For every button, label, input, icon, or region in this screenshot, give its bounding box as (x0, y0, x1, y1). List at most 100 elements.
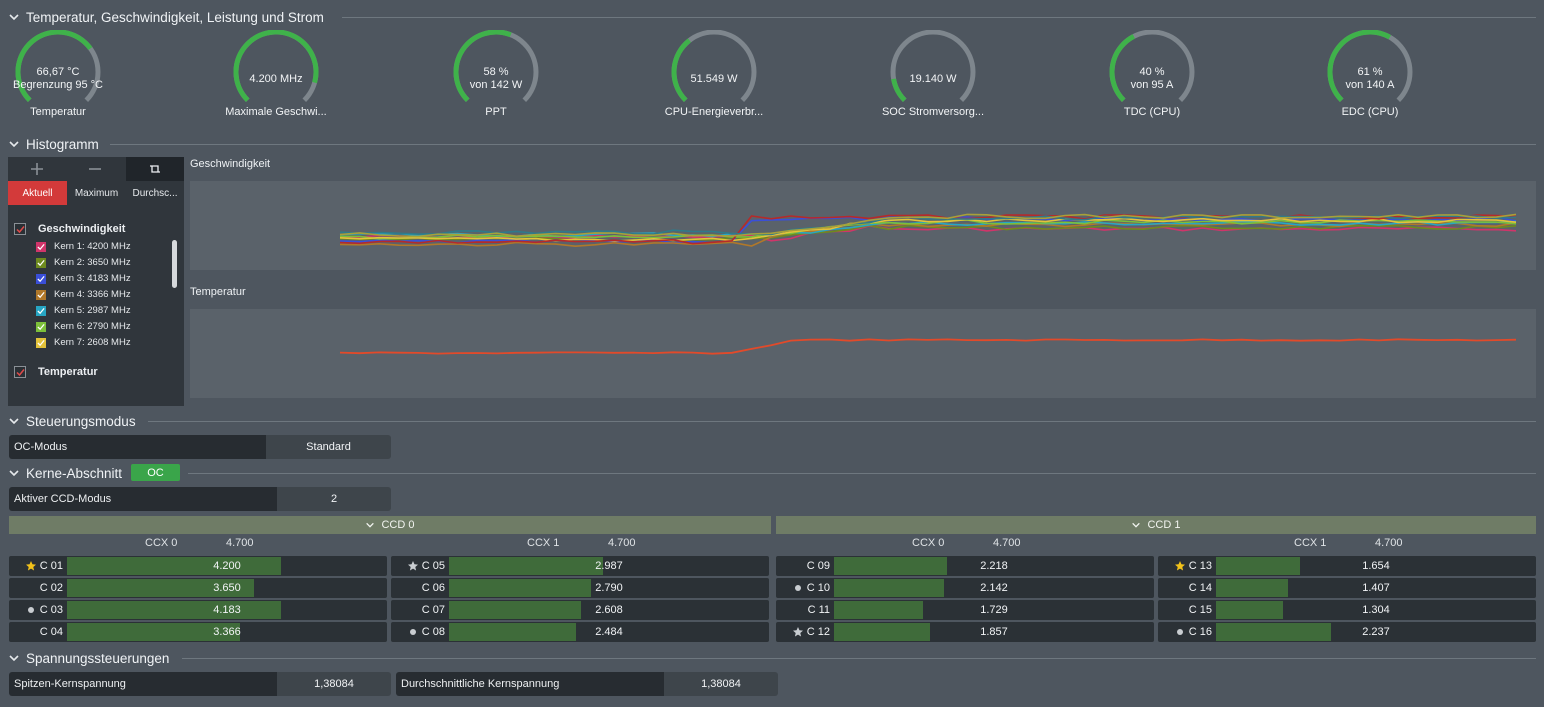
legend-item-kern[interactable]: Kern 2: 3650 MHz (36, 257, 131, 268)
tab-durchschnitt[interactable]: Durchsc... (126, 181, 184, 205)
speed-series-line (339, 222, 1517, 248)
ccx-name: CCX 0 (912, 537, 945, 549)
core-row[interactable]: C 13 1.654 (1158, 556, 1536, 576)
core-name: C 01 (39, 560, 63, 572)
ccx-max: 4.700 (1375, 537, 1403, 549)
gauge-value: 61 % (1357, 66, 1383, 78)
gauge-subvalue: von 140 A (1345, 79, 1395, 91)
legend-item-kern[interactable]: Kern 1: 4200 MHz (36, 241, 131, 252)
avg-voltage-field: Durchschnittliche Kernspannung 1,38084 (396, 672, 778, 696)
legend-scrollbar[interactable] (172, 240, 177, 288)
series-checkbox[interactable] (36, 305, 46, 316)
core-row[interactable]: C 06 2.790 (391, 578, 769, 598)
core-speed-value: 2.218 (980, 560, 1008, 572)
zoom-out-button[interactable] (66, 157, 124, 181)
core-name-cell: C 05 (391, 560, 449, 572)
core-row[interactable]: C 11 1.729 (776, 600, 1154, 620)
gauge-label: TDC (CPU) (1123, 106, 1181, 118)
ccd-mode-field[interactable]: Aktiver CCD-Modus 2 (9, 487, 391, 511)
series-checkbox[interactable] (36, 241, 46, 252)
ccx-name: CCX 1 (527, 537, 560, 549)
section-header-temps[interactable]: Temperatur, Geschwindigkeit, Leistung un… (8, 7, 324, 27)
temp-chart (339, 338, 1517, 355)
check-icon (37, 291, 45, 298)
core-row[interactable]: C 14 1.407 (1158, 578, 1536, 598)
series-checkbox[interactable] (36, 273, 46, 284)
ccd0-header[interactable]: CCD 0 (9, 516, 771, 534)
peak-voltage-value: 1,38084 (277, 672, 391, 696)
check-icon (37, 259, 45, 266)
legend-item-kern[interactable]: Kern 5: 2987 MHz (36, 305, 131, 316)
gauge-subvalue: von 142 W (469, 79, 523, 91)
dot-icon (27, 607, 34, 613)
core-row[interactable]: C 12 1.857 (776, 622, 1154, 642)
core-speed-value: 2.790 (595, 582, 623, 594)
legend-item-kern[interactable]: Kern 7: 2608 MHz (36, 337, 131, 348)
core-row[interactable]: C 09 2.218 (776, 556, 1154, 576)
legend-item-label: Kern 5: 2987 MHz (54, 305, 131, 316)
ccx-max: 4.700 (993, 537, 1021, 549)
core-row[interactable]: C 02 3.650 (9, 578, 387, 598)
core-row[interactable]: C 03 4.183 (9, 600, 387, 620)
tab-aktuell[interactable]: Aktuell (8, 181, 67, 205)
core-row[interactable]: C 01 4.200 (9, 556, 387, 576)
legend-item-kern[interactable]: Kern 4: 3366 MHz (36, 289, 131, 300)
section-header-cores[interactable]: Kerne-Abschnitt (8, 463, 122, 483)
series-checkbox[interactable] (36, 257, 46, 268)
core-name: C 09 (806, 560, 830, 572)
core-speed-value: 1.407 (1362, 582, 1390, 594)
core-row[interactable]: C 08 2.484 (391, 622, 769, 642)
series-checkbox[interactable] (36, 289, 46, 300)
legend-item-kern[interactable]: Kern 3: 4183 MHz (36, 273, 131, 284)
core-name-cell: C 03 (9, 604, 67, 616)
ccd-mode-value[interactable]: 2 (277, 487, 391, 511)
chevron-down-icon (366, 522, 375, 528)
tab-maximum[interactable]: Maximum (67, 181, 126, 205)
oc-mode-field[interactable]: OC-Modus Standard (9, 435, 391, 459)
section-divider (342, 17, 1536, 18)
core-name: C 12 (806, 626, 830, 638)
legend-group-speed[interactable]: Geschwindigkeit (14, 223, 125, 235)
gauge-label: Temperatur (30, 106, 86, 118)
legend-item-label: Kern 1: 4200 MHz (54, 241, 131, 252)
gauge-label: EDC (CPU) (1341, 106, 1399, 118)
core-row[interactable]: C 07 2.608 (391, 600, 769, 620)
ccx-name: CCX 1 (1294, 537, 1327, 549)
section-title: Steuerungsmodus (26, 413, 136, 429)
zoom-in-button[interactable] (8, 157, 66, 181)
core-row[interactable]: C 05 2.987 (391, 556, 769, 576)
gauge: 58 % von 142 W PPT (386, 30, 606, 118)
section-header-voltage[interactable]: Spannungssteuerungen (8, 648, 169, 668)
core-speed-value: 2.237 (1362, 626, 1390, 638)
ccd1-header[interactable]: CCD 1 (776, 516, 1536, 534)
core-name-cell: C 02 (9, 582, 67, 594)
section-header-histogram[interactable]: Histogramm (8, 134, 99, 154)
section-header-control-mode[interactable]: Steuerungsmodus (8, 411, 136, 431)
legend-item-kern[interactable]: Kern 6: 2790 MHz (36, 321, 131, 332)
core-speed-value: 2.608 (595, 604, 623, 616)
reset-zoom-button[interactable] (126, 157, 184, 181)
core-name: C 13 (1188, 560, 1212, 572)
series-checkbox[interactable] (36, 337, 46, 348)
core-row[interactable]: C 10 2.142 (776, 578, 1154, 598)
series-checkbox[interactable] (36, 321, 46, 332)
chevron-down-icon (9, 655, 19, 662)
check-icon (37, 275, 45, 282)
core-row[interactable]: C 16 2.237 (1158, 622, 1536, 642)
core-row[interactable]: C 04 3.366 (9, 622, 387, 642)
checkbox[interactable] (14, 366, 26, 378)
core-speed-value: 2.987 (595, 560, 623, 572)
checkbox[interactable] (14, 223, 26, 235)
core-speed-value: 1.729 (980, 604, 1008, 616)
gauge: 19.140 W SOC Stromversorg... (823, 30, 1043, 118)
gauge-label: Maximale Geschwi... (225, 106, 327, 118)
dot-icon (794, 585, 801, 591)
gauge: 66,67 °C Begrenzung 95 °C Temperatur (0, 30, 168, 118)
histogram-toolbar (8, 157, 184, 181)
ccd1-label: CCD 1 (1147, 519, 1181, 531)
core-row[interactable]: C 15 1.304 (1158, 600, 1536, 620)
legend-group-temp[interactable]: Temperatur (14, 366, 98, 378)
gauge-dial (671, 30, 757, 103)
core-speed-value: 4.183 (213, 604, 241, 616)
oc-mode-value[interactable]: Standard (266, 435, 391, 459)
